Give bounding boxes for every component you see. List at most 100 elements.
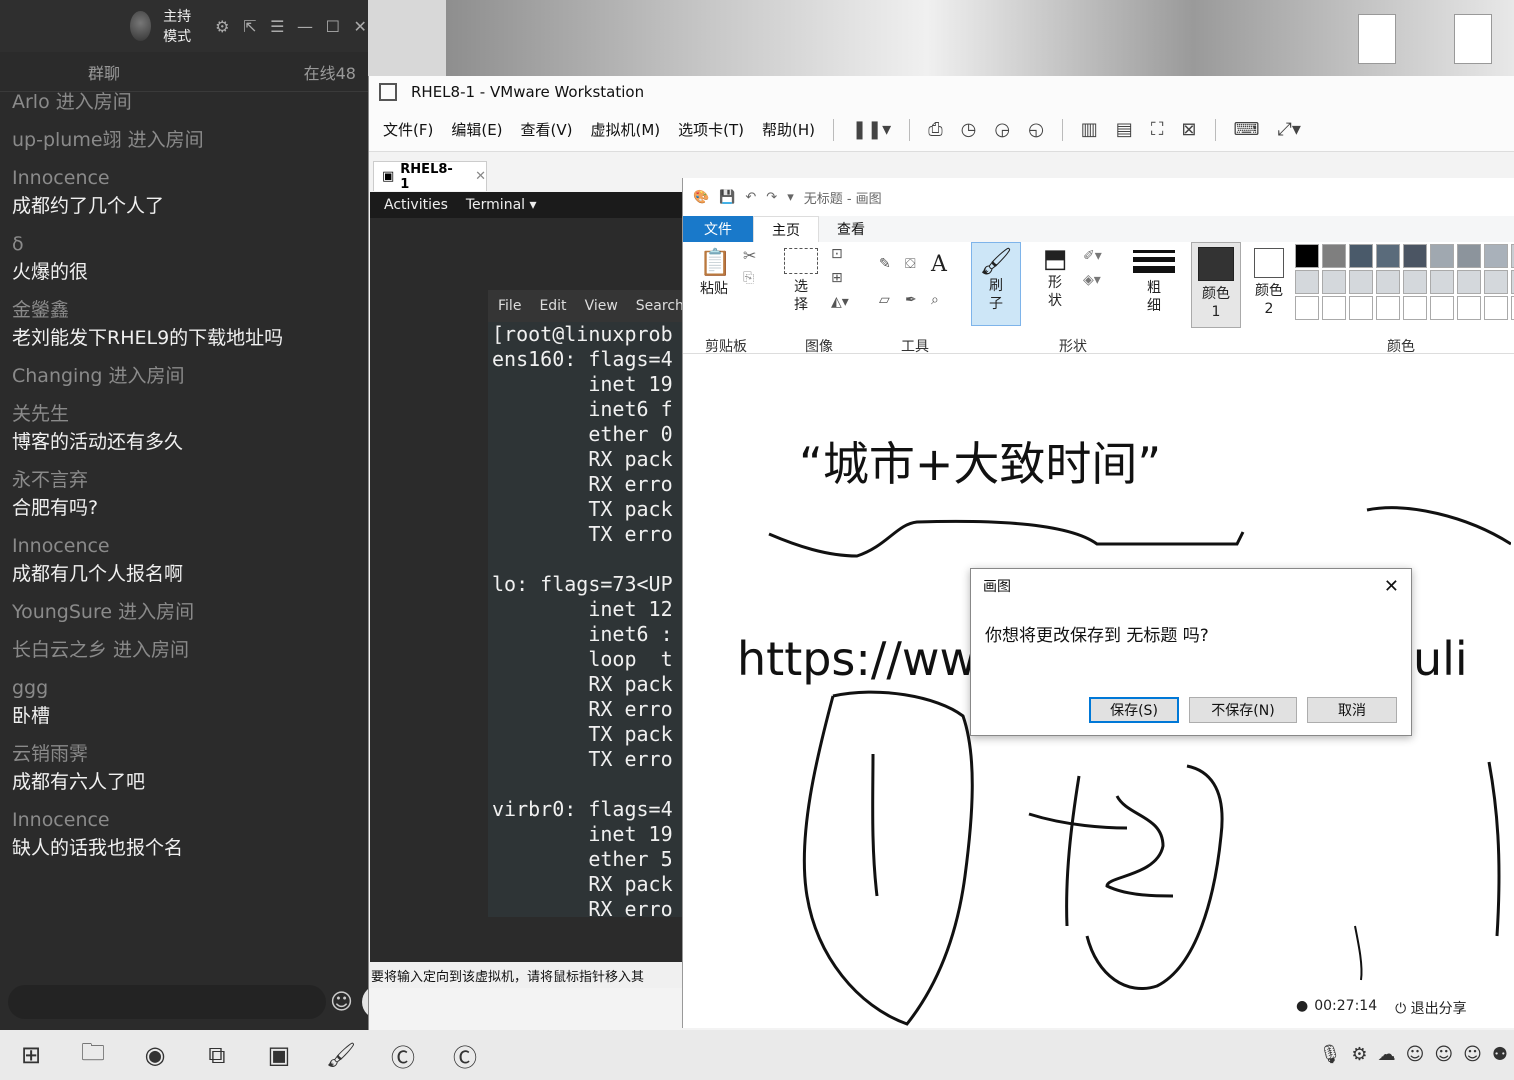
color-swatch[interactable] <box>1457 296 1481 320</box>
guest-screen[interactable]: Activities Terminal ▾ File Edit View Sea… <box>370 192 688 962</box>
redo-icon[interactable]: ↷ <box>766 190 777 205</box>
terminal-app-menu[interactable]: Terminal ▾ <box>466 197 537 213</box>
tab-view[interactable]: 查看 <box>819 219 883 239</box>
resize-icon[interactable]: ⊞ <box>831 270 843 286</box>
file-explorer-icon[interactable]: 🗀 <box>62 1030 124 1080</box>
color-swatch[interactable] <box>1349 296 1373 320</box>
color-swatch[interactable] <box>1349 244 1373 268</box>
tab-home[interactable]: 主页 <box>753 216 819 242</box>
color-swatch[interactable] <box>1295 270 1319 294</box>
brushes-button[interactable]: 🖌 刷子 <box>971 242 1021 326</box>
rotate-icon[interactable]: ◭▾ <box>831 294 849 310</box>
color-swatch[interactable] <box>1322 270 1346 294</box>
tab-vm[interactable]: ▣ RHEL8-1 ✕ <box>373 161 487 192</box>
undo-icon[interactable]: ↶ <box>745 190 756 205</box>
emoji-icon[interactable]: ☺ <box>330 990 353 1015</box>
magnifier-icon[interactable]: ⌕ <box>931 292 939 308</box>
color-picker-icon[interactable]: ✒ <box>905 292 917 308</box>
fullscreen-icon[interactable]: ⛶ <box>1151 119 1164 140</box>
color-swatch[interactable] <box>1376 270 1400 294</box>
thumbnail-icon[interactable]: ▤ <box>1116 119 1133 140</box>
avatar[interactable] <box>130 11 152 41</box>
save-icon[interactable]: 💾 <box>719 190 735 205</box>
save-button[interactable]: 保存(S) <box>1089 697 1179 723</box>
color-swatch[interactable] <box>1376 244 1400 268</box>
revert-snapshot-icon[interactable]: ◶ <box>994 119 1010 140</box>
color-swatch[interactable] <box>1376 296 1400 320</box>
share-icon[interactable]: ⇱ <box>242 17 257 36</box>
menu-vm[interactable]: 虚拟机(M) <box>591 119 661 140</box>
color-swatch[interactable] <box>1484 270 1508 294</box>
console-icon[interactable]: ⌨ <box>1234 119 1260 140</box>
color-swatch[interactable] <box>1457 244 1481 268</box>
outline-icon[interactable]: ✐▾ <box>1083 248 1102 264</box>
tab-online[interactable]: 在线48 <box>304 60 356 84</box>
text-tool-icon[interactable]: A <box>931 252 947 277</box>
color1-button[interactable]: 颜色 1 <box>1191 242 1241 328</box>
close-tab-icon[interactable]: ✕ <box>475 169 486 184</box>
crop-icon[interactable]: ⊡ <box>831 246 843 262</box>
sidebar-icon[interactable]: ▥ <box>1081 119 1098 140</box>
exit-share-button[interactable]: ⏻ 退出分享 <box>1395 998 1467 1018</box>
desktop-file-icon[interactable] <box>1454 14 1492 64</box>
color-swatch[interactable] <box>1430 296 1454 320</box>
color-swatch[interactable] <box>1484 296 1508 320</box>
term-menu-edit[interactable]: Edit <box>539 298 566 314</box>
maximize-icon[interactable]: ☐ <box>325 17 340 36</box>
unity-icon[interactable]: ⊠ <box>1181 119 1196 140</box>
paste-button[interactable]: 📋 粘贴 <box>699 248 731 298</box>
tray-qq-icon[interactable]: ☺ <box>1406 1044 1425 1065</box>
tab-group-chat[interactable]: 群聊 <box>88 60 120 84</box>
terminal-window[interactable]: File Edit View Search [root@linuxprob ens… <box>488 252 688 917</box>
color-swatch[interactable] <box>1430 270 1454 294</box>
snapshot-icon[interactable]: ◷ <box>961 119 977 140</box>
color-swatch[interactable] <box>1484 244 1508 268</box>
screen-capture-icon[interactable]: ▣ <box>248 1030 310 1080</box>
dont-save-button[interactable]: 不保存(N) <box>1189 697 1297 723</box>
menu-tabs[interactable]: 选项卡(T) <box>678 119 744 140</box>
tray-qq2-icon[interactable]: ☺ <box>1434 1044 1453 1065</box>
menu-help[interactable]: 帮助(H) <box>762 119 815 140</box>
chat-input[interactable] <box>8 985 326 1019</box>
tab-file[interactable]: 文件 <box>683 216 753 242</box>
app-c2-icon[interactable]: Ⓒ <box>434 1030 496 1080</box>
tray-app-icon[interactable]: ⚙ <box>1351 1044 1367 1065</box>
tray-more-icon[interactable]: ⚉ <box>1492 1044 1508 1065</box>
color2-button[interactable]: 颜色 2 <box>1249 246 1289 318</box>
cut-icon[interactable]: ✂ <box>743 246 756 265</box>
tray-network-icon[interactable]: ☁ <box>1378 1044 1396 1065</box>
snapshot-manager-icon[interactable]: ◵ <box>1028 119 1044 140</box>
eraser-icon[interactable]: ▱ <box>879 292 890 308</box>
send-ctrl-alt-del-icon[interactable]: ⎙ <box>928 119 942 140</box>
term-menu-view[interactable]: View <box>585 298 618 314</box>
quick-access-dropdown-icon[interactable]: ▾ <box>787 190 794 205</box>
browser-icon[interactable]: ◉ <box>124 1030 186 1080</box>
color-swatch[interactable] <box>1349 270 1373 294</box>
menu-view[interactable]: 查看(V) <box>521 119 573 140</box>
term-menu-file[interactable]: File <box>498 298 521 314</box>
stretch-icon[interactable]: ⤢▾ <box>1278 119 1301 140</box>
pause-icon[interactable]: ❚❚▾ <box>852 119 891 140</box>
menu-file[interactable]: 文件(F) <box>383 119 433 140</box>
dialog-close-icon[interactable]: ✕ <box>1384 576 1399 597</box>
copy-icon[interactable]: ⎘ <box>743 270 754 286</box>
color-swatch[interactable] <box>1403 244 1427 268</box>
color-swatch[interactable] <box>1295 244 1319 268</box>
activities-button[interactable]: Activities <box>384 197 448 213</box>
select-button[interactable]: 选择 <box>783 248 819 314</box>
settings-icon[interactable]: ⚙ <box>215 17 230 36</box>
color-swatch[interactable] <box>1430 244 1454 268</box>
shapes-button[interactable]: ⬒ 形状 <box>1035 244 1075 310</box>
color-swatch[interactable] <box>1322 296 1346 320</box>
fill-icon[interactable]: ⛋ <box>905 256 916 272</box>
pencil-icon[interactable]: ✎ <box>879 256 891 272</box>
app-c-icon[interactable]: Ⓒ <box>372 1030 434 1080</box>
size-button[interactable]: 粗细 <box>1133 246 1175 315</box>
microphone-icon[interactable]: 🎙 <box>1319 1044 1342 1065</box>
color-swatch[interactable] <box>1295 296 1319 320</box>
fill-shape-icon[interactable]: ◈▾ <box>1083 272 1101 288</box>
menu-icon[interactable]: ☰ <box>270 17 285 36</box>
term-menu-search[interactable]: Search <box>636 298 684 314</box>
windows-start-icon[interactable]: ⊞ <box>0 1030 62 1080</box>
paint-taskbar-icon[interactable]: 🖌 <box>310 1030 372 1080</box>
